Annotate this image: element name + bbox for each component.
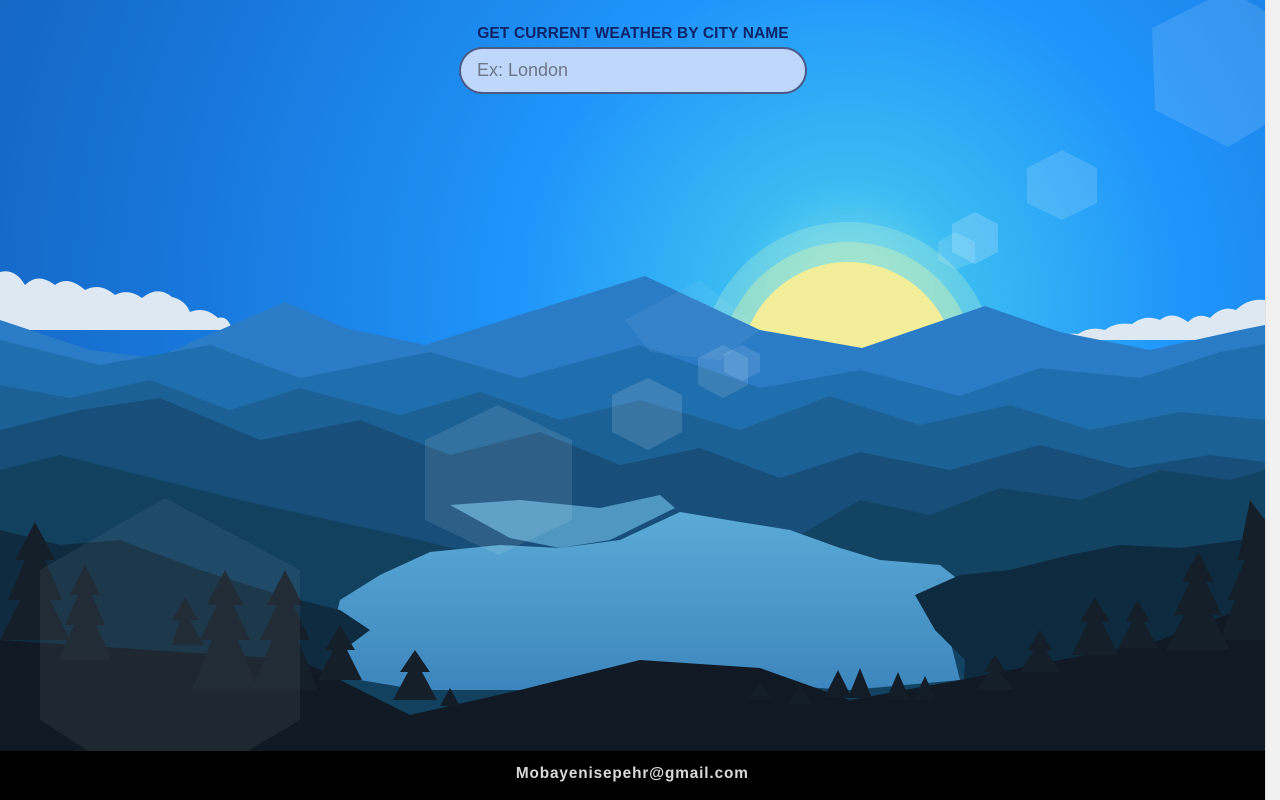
search-area: GET CURRENT WEATHER BY CITY NAME	[459, 24, 807, 94]
search-label: GET CURRENT WEATHER BY CITY NAME	[477, 25, 789, 42]
vertical-scrollbar[interactable]	[1265, 0, 1280, 800]
city-search-input[interactable]	[459, 47, 807, 94]
footer-email: Mobayenisepehr@gmail.com	[515, 765, 749, 782]
background-landscape	[0, 0, 1265, 751]
footer: Mobayenisepehr@gmail.com	[0, 751, 1265, 800]
